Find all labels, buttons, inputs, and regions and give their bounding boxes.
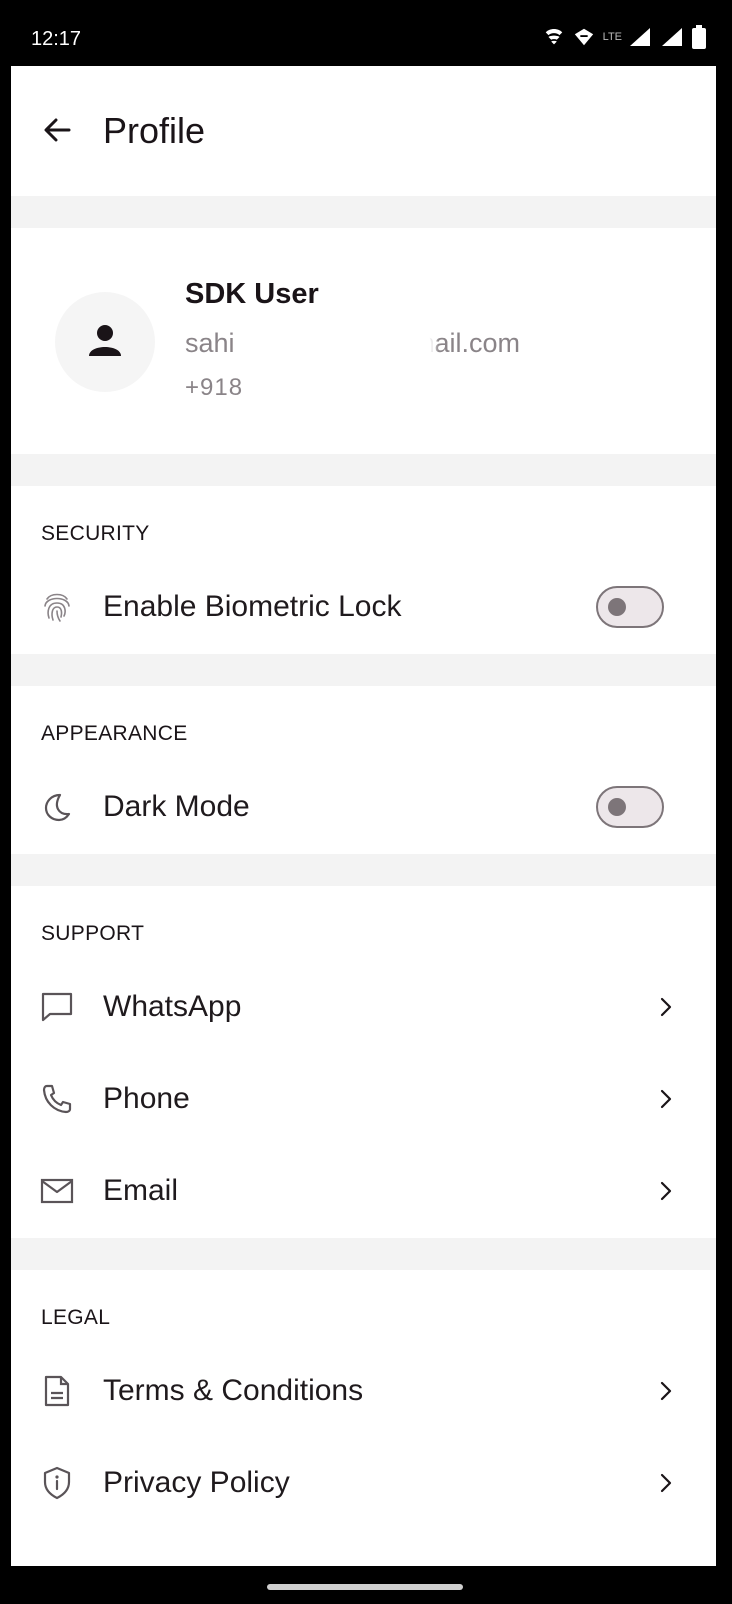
chevron-right-icon [656,1376,676,1406]
signal-icon [660,26,684,48]
section-divider [11,854,716,886]
email-label: Email [103,1174,179,1207]
arrow-left-icon [41,114,73,151]
section-header-legal: LEGAL [41,1306,111,1329]
toggle-knob [608,598,626,616]
app-bar: Profile [11,66,716,196]
chevron-right-icon [656,1084,676,1114]
dark-mode-row[interactable]: Dark Mode [11,762,716,852]
section-header-security: SECURITY [41,522,150,545]
chat-bubble-icon [37,987,77,1027]
dark-mode-toggle[interactable] [596,786,664,828]
security-section: SECURITY Enable Biometric Lock [11,486,716,654]
person-icon [87,322,123,363]
biometric-lock-row[interactable]: Enable Biometric Lock [11,562,716,652]
profile-card: SDK User sahi @gmail.com +918 [11,230,716,454]
home-gesture-handle[interactable] [267,1584,463,1590]
legal-item-terms[interactable]: Terms & Conditions [11,1346,716,1436]
status-icons: LTE [543,22,706,52]
wifi-calling-icon [543,26,565,48]
page-title: Profile [103,110,206,151]
section-divider [11,654,716,686]
avatar [55,292,155,392]
legal-section: LEGAL Terms & Conditions Privacy Policy [11,1270,716,1566]
document-icon [37,1371,77,1411]
section-divider [11,454,716,486]
redaction-email [261,330,431,364]
phone-label: Phone [103,1082,190,1115]
vpn-icon [573,26,595,48]
section-header-support: SUPPORT [41,922,145,945]
section-header-appearance: APPEARANCE [41,722,188,745]
system-nav-bar [11,1566,716,1604]
status-time: 12:17 [31,28,82,50]
network-type: LTE [602,31,622,43]
support-item-whatsapp[interactable]: WhatsApp [11,962,716,1052]
support-item-phone[interactable]: Phone [11,1054,716,1144]
section-divider [11,1238,716,1270]
whatsapp-label: WhatsApp [103,990,242,1023]
email-start: sahi [185,328,235,358]
legal-item-privacy[interactable]: Privacy Policy [11,1438,716,1528]
chevron-right-icon [656,1176,676,1206]
moon-icon [37,787,77,827]
app-screen: 12:17 LTE Profile SDK User sahi @gmail.c… [11,0,716,1604]
fingerprint-icon [37,587,77,627]
section-divider [11,196,716,228]
redaction-phone [261,374,391,408]
signal-icon [628,26,652,48]
battery-icon [692,25,706,49]
privacy-label: Privacy Policy [103,1466,290,1499]
support-section: SUPPORT WhatsApp Phone Email [11,886,716,1238]
back-button[interactable] [35,110,79,154]
chevron-right-icon [656,992,676,1022]
toggle-knob [608,798,626,816]
dark-mode-label: Dark Mode [103,790,250,823]
shield-info-icon [37,1463,77,1503]
terms-label: Terms & Conditions [103,1374,364,1407]
appearance-section: APPEARANCE Dark Mode [11,686,716,854]
biometric-lock-toggle[interactable] [596,586,664,628]
support-item-email[interactable]: Email [11,1146,716,1236]
profile-name: SDK User [185,278,319,310]
status-bar: 12:17 LTE [11,0,716,66]
mail-icon [37,1171,77,1211]
biometric-lock-label: Enable Biometric Lock [103,590,402,623]
chevron-right-icon [656,1468,676,1498]
profile-phone: +918 [185,374,244,401]
phone-icon [37,1079,77,1119]
